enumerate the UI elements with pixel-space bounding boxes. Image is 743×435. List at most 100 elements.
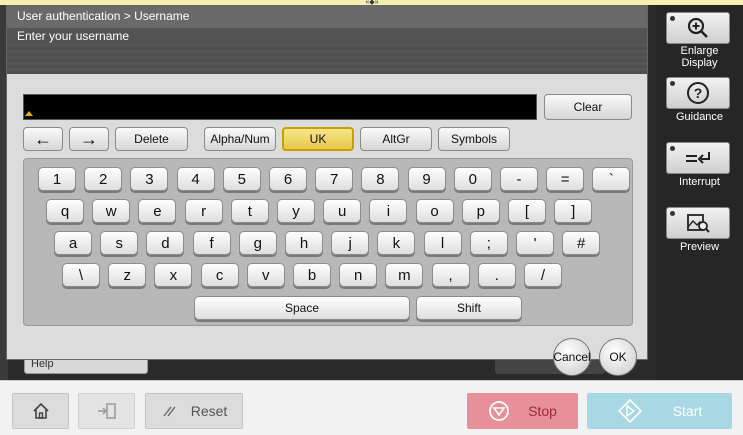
indicator-dot bbox=[670, 16, 675, 21]
key-row3-5[interactable]: h bbox=[285, 231, 323, 255]
key-row3-0[interactable]: a bbox=[54, 231, 92, 255]
preview-icon bbox=[687, 214, 710, 233]
stop-icon bbox=[489, 401, 509, 421]
logout-button[interactable] bbox=[78, 393, 135, 429]
key-row2-2[interactable]: e bbox=[138, 199, 177, 223]
key-row1-8[interactable]: 9 bbox=[407, 167, 446, 191]
svg-text:?: ? bbox=[694, 85, 703, 101]
guidance-button[interactable]: ? bbox=[666, 77, 730, 109]
key-row1-0[interactable]: 1 bbox=[38, 167, 76, 191]
stop-button[interactable]: Stop bbox=[467, 393, 578, 429]
cancel-button[interactable]: Cancel bbox=[553, 338, 591, 376]
altgr-button[interactable]: AltGr bbox=[360, 127, 432, 151]
reset-icon bbox=[163, 406, 176, 417]
username-entry[interactable] bbox=[23, 94, 537, 120]
key-row1-12[interactable]: ` bbox=[592, 167, 631, 191]
indicator-dot bbox=[670, 81, 675, 86]
shift-key[interactable]: Shift bbox=[416, 296, 522, 320]
key-row3-4[interactable]: g bbox=[238, 231, 277, 255]
header-band bbox=[7, 44, 647, 74]
key-row4-1[interactable]: z bbox=[108, 263, 147, 287]
logout-icon bbox=[97, 403, 116, 419]
indicator-dot bbox=[670, 146, 675, 151]
side-panel: Enlarge Display ? Guidance Interrupt Pre… bbox=[656, 5, 743, 380]
bottom-bar: Reset Stop Start bbox=[0, 380, 743, 435]
dialog-prompt: Enter your username bbox=[17, 29, 130, 43]
preview-label: Preview bbox=[679, 241, 720, 253]
key-row2-3[interactable]: r bbox=[184, 199, 223, 223]
preview-button[interactable] bbox=[666, 207, 730, 239]
key-row4-6[interactable]: n bbox=[339, 263, 378, 287]
key-row4-0[interactable]: \ bbox=[62, 263, 100, 287]
clear-button[interactable]: Clear bbox=[544, 94, 632, 120]
key-row3-1[interactable]: s bbox=[100, 231, 139, 255]
key-row2-9[interactable]: p bbox=[461, 199, 500, 223]
key-row4-7[interactable]: m bbox=[385, 263, 424, 287]
key-row2-11[interactable]: ] bbox=[554, 199, 593, 223]
cursor-right-button[interactable]: → bbox=[69, 127, 109, 151]
key-row4-8[interactable]: , bbox=[431, 263, 470, 287]
reset-button[interactable]: Reset bbox=[145, 393, 243, 429]
key-row3-6[interactable]: j bbox=[331, 231, 370, 255]
key-row1-11[interactable]: = bbox=[546, 167, 585, 191]
key-row3-11[interactable]: # bbox=[562, 231, 601, 255]
guidance-label: Guidance bbox=[675, 111, 724, 123]
key-row2-10[interactable]: [ bbox=[508, 199, 546, 223]
enlarge-display-label: Enlarge Display bbox=[680, 45, 719, 69]
key-row1-5[interactable]: 6 bbox=[269, 167, 307, 191]
delete-button[interactable]: Delete bbox=[115, 127, 188, 151]
breadcrumb: User authentication > Username bbox=[17, 9, 190, 23]
cursor-left-button[interactable]: ← bbox=[23, 127, 63, 151]
key-row4-2[interactable]: x bbox=[154, 263, 193, 287]
home-button[interactable] bbox=[12, 393, 69, 429]
alpha-num-button[interactable]: Alpha/Num bbox=[204, 127, 276, 151]
uk-layout-button[interactable]: UK bbox=[282, 127, 354, 151]
key-row1-9[interactable]: 0 bbox=[453, 167, 492, 191]
key-row1-1[interactable]: 2 bbox=[84, 167, 123, 191]
key-row2-7[interactable]: i bbox=[369, 199, 408, 223]
username-input[interactable] bbox=[24, 95, 536, 119]
key-row1-2[interactable]: 3 bbox=[130, 167, 169, 191]
indicator-dot bbox=[670, 211, 675, 216]
key-row2-6[interactable]: u bbox=[323, 199, 362, 223]
key-row1-7[interactable]: 8 bbox=[361, 167, 400, 191]
start-button[interactable]: Start bbox=[587, 393, 732, 429]
key-row2-4[interactable]: t bbox=[230, 199, 269, 223]
key-row3-10[interactable]: ' bbox=[516, 231, 554, 255]
dialog-body: Clear ← → Delete Alpha/Num UK AltGr Symb… bbox=[7, 74, 647, 359]
start-label: Start bbox=[672, 403, 703, 419]
key-row4-10[interactable]: / bbox=[524, 263, 562, 287]
key-row3-9[interactable]: ; bbox=[469, 231, 508, 255]
key-row1-3[interactable]: 4 bbox=[176, 167, 215, 191]
key-row1-10[interactable]: - bbox=[500, 167, 538, 191]
key-row2-0[interactable]: q bbox=[46, 199, 84, 223]
question-icon: ? bbox=[687, 82, 709, 104]
key-row4-9[interactable]: . bbox=[477, 263, 516, 287]
key-row1-4[interactable]: 5 bbox=[222, 167, 261, 191]
home-icon bbox=[32, 402, 49, 419]
keyboard-dialog: User authentication > Username Enter you… bbox=[6, 5, 648, 360]
key-row2-5[interactable]: y bbox=[277, 199, 315, 223]
ok-button[interactable]: OK bbox=[599, 338, 637, 376]
enlarge-display-button[interactable] bbox=[666, 12, 730, 44]
key-row3-2[interactable]: d bbox=[146, 231, 185, 255]
key-row2-8[interactable]: o bbox=[415, 199, 454, 223]
key-row4-3[interactable]: c bbox=[200, 263, 239, 287]
stop-label: Stop bbox=[528, 403, 557, 419]
magnifier-plus-icon bbox=[687, 17, 708, 38]
key-row2-1[interactable]: w bbox=[92, 199, 131, 223]
interrupt-icon bbox=[686, 152, 710, 164]
key-row3-3[interactable]: f bbox=[192, 231, 231, 255]
dialog-header: User authentication > Username Enter you… bbox=[7, 6, 647, 74]
key-row3-8[interactable]: l bbox=[423, 231, 462, 255]
start-icon bbox=[617, 398, 642, 424]
symbols-button[interactable]: Symbols bbox=[438, 127, 510, 151]
key-row4-5[interactable]: b bbox=[293, 263, 331, 287]
key-row4-4[interactable]: v bbox=[246, 263, 285, 287]
interrupt-button[interactable] bbox=[666, 142, 730, 174]
reset-label: Reset bbox=[190, 403, 228, 419]
key-row3-7[interactable]: k bbox=[377, 231, 416, 255]
keyboard-panel: 1 2 3 4 5 6 7 8 9 0- = ` q w e r t y u i o p [] a s d f g h j k l; ' # \ z x… bbox=[23, 158, 633, 326]
key-row1-6[interactable]: 7 bbox=[315, 167, 354, 191]
space-key[interactable]: Space bbox=[194, 296, 410, 320]
